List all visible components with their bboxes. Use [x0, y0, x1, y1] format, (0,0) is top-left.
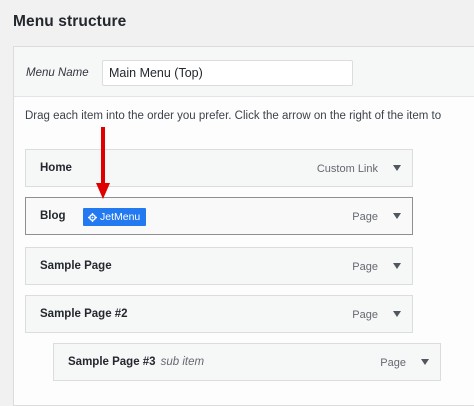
menu-item-title: Sample Page #3 sub item [68, 356, 204, 368]
menu-item-subtitle: sub item [160, 356, 205, 368]
menu-name-label: Menu Name [26, 67, 89, 79]
menu-item-sample-page-2[interactable]: Sample Page #2 Page [25, 295, 413, 333]
caret-down-icon[interactable] [393, 213, 401, 219]
menu-item-type: Page [380, 357, 406, 369]
menu-item-type: Custom Link [316, 163, 378, 175]
jetmenu-badge-label: JetMenu [100, 211, 141, 223]
menu-name-bar: Menu Name [14, 47, 474, 97]
menu-item-type: Page [352, 261, 378, 273]
instructions-text: Drag each item into the order you prefer… [25, 110, 442, 122]
menu-item-sample-page-3[interactable]: Sample Page #3 sub item Page [53, 343, 441, 381]
section-title: Menu structure [13, 13, 127, 30]
menu-item-title-text: Sample Page #3 [68, 356, 156, 368]
gear-icon [88, 212, 97, 222]
menu-item-title: Sample Page #2 [40, 308, 128, 320]
menu-name-input[interactable] [102, 60, 353, 86]
caret-down-icon[interactable] [393, 311, 401, 317]
caret-down-icon[interactable] [393, 263, 401, 269]
menu-item-blog[interactable]: Blog JetMenu Page [25, 197, 413, 235]
jetmenu-badge[interactable]: JetMenu [83, 208, 147, 226]
caret-down-icon[interactable] [393, 165, 401, 171]
red-arrow-icon [96, 127, 110, 199]
menu-item-title: Sample Page [40, 260, 112, 272]
menu-item-type: Page [352, 309, 378, 321]
menu-item-sample-page[interactable]: Sample Page Page [25, 247, 413, 285]
menu-item-title: Home [40, 162, 72, 174]
menu-item-title: Blog [40, 210, 66, 222]
caret-down-icon[interactable] [421, 359, 429, 365]
menu-item-type: Page [352, 211, 378, 223]
menu-item-home[interactable]: Home Custom Link [25, 149, 413, 187]
